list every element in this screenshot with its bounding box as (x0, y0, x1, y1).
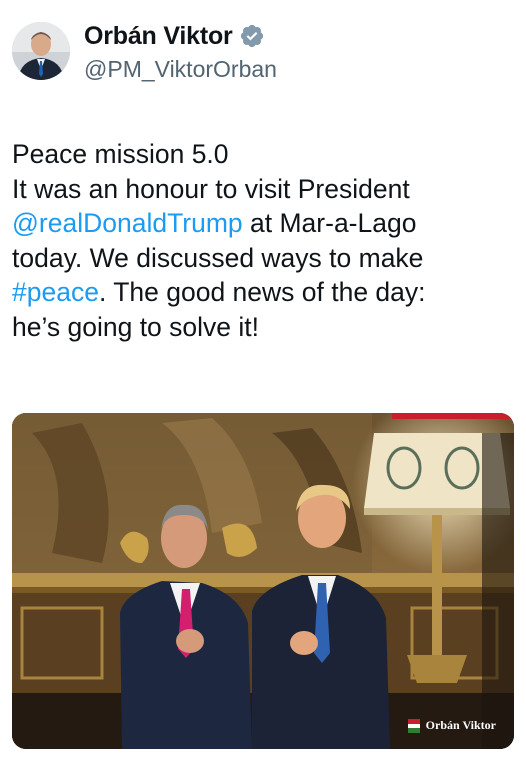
tweet-text-segment: he’s going to solve it! (12, 311, 260, 342)
tweet-text-segment: today. We discussed ways to make (12, 242, 424, 273)
tweet-text-line: @realDonaldTrump at Mar-a-Lago (12, 206, 512, 241)
tweet-text-segment: . The good news of the day: (98, 277, 426, 307)
author-avatar[interactable] (12, 22, 70, 80)
author-handle[interactable]: @PM_ViktorOrban (84, 56, 277, 83)
tweet-text: Peace mission 5.0 It was an honour to vis… (12, 137, 512, 344)
tweet-text-line: Peace mission 5.0 (12, 137, 512, 172)
tweet-text-segment: Peace mission 5.0 (12, 139, 229, 169)
tweet-text-segment: at Mar-a-Lago (242, 208, 417, 238)
avatar-photo-icon (12, 22, 70, 80)
tweet-header: Orbán Viktor @PM_ViktorOrban (12, 18, 512, 88)
hungarian-flag-icon (407, 718, 420, 733)
hashtag-link[interactable]: #peace (12, 277, 99, 307)
watermark-text: Orbán Viktor (425, 718, 496, 732)
tweet-text-line: he’s going to solve it! (12, 310, 512, 345)
tweet-text-line: today. We discussed ways to make (12, 241, 512, 276)
tweet-text-line: It was an honour to visit President (12, 172, 512, 207)
verified-badge-icon (240, 24, 263, 48)
mention-link[interactable]: @realDonaldTrump (12, 208, 243, 238)
photo-image (12, 413, 514, 749)
tweet-media-photo[interactable]: Orbán Viktor (12, 413, 514, 749)
author-display-name[interactable]: Orbán Viktor (84, 22, 233, 51)
media-watermark: Orbán Viktor (407, 718, 496, 733)
tweet-text-segment: It was an honour to visit President (12, 173, 410, 204)
tweet-text-line: #peace. The good news of the day: (12, 275, 512, 310)
